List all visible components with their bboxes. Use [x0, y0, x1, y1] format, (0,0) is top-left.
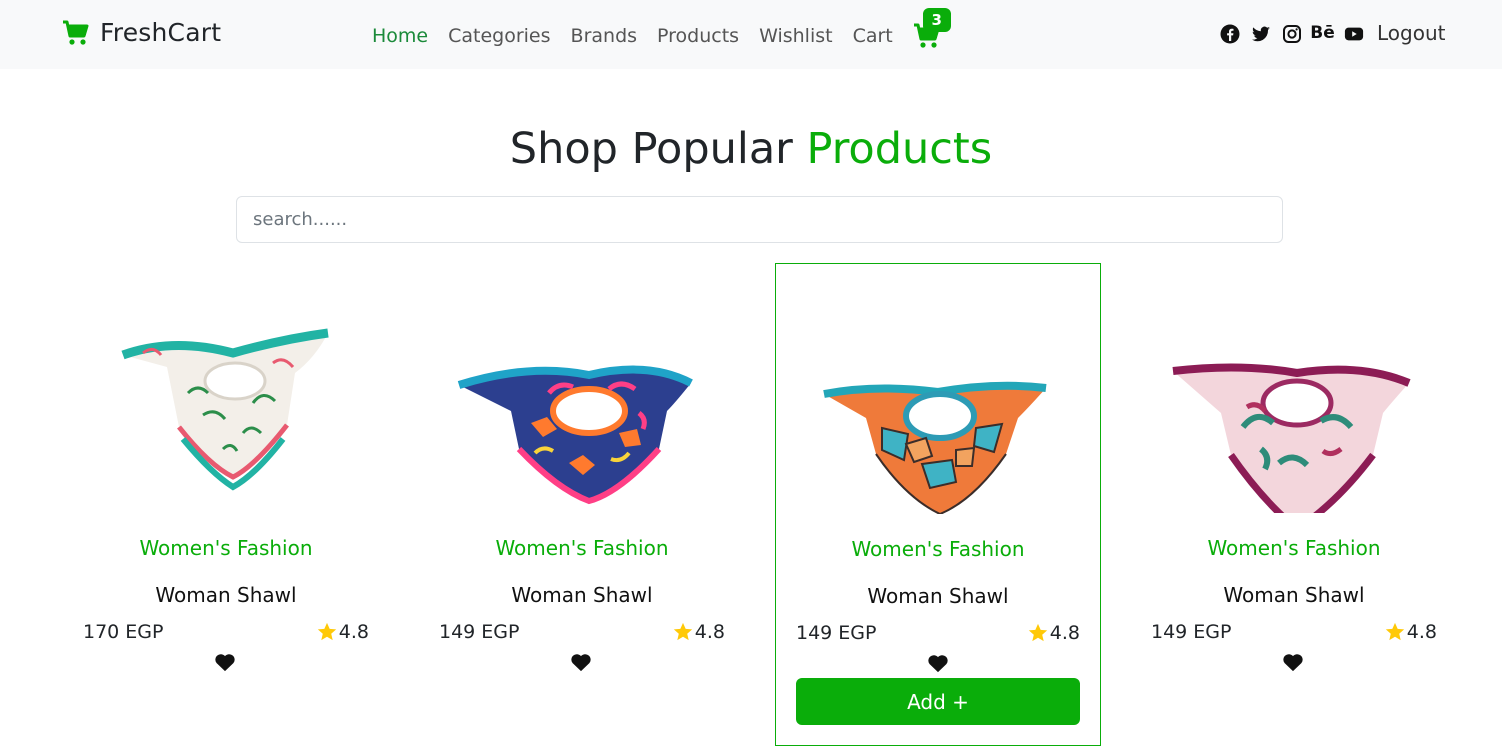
- brand-name: FreshCart: [100, 18, 222, 47]
- product-price: 170 EGP: [83, 621, 164, 643]
- logout-link[interactable]: Logout: [1377, 21, 1445, 45]
- product-rating: 4.8: [1027, 622, 1080, 644]
- product-category: Women's Fashion: [495, 536, 669, 560]
- product-category: Women's Fashion: [139, 536, 313, 560]
- product-card[interactable]: Women's Fashion Woman Shawl 170 EGP 4.8: [63, 263, 389, 746]
- heart-icon[interactable]: [1282, 652, 1304, 672]
- rating-value: 4.8: [694, 621, 725, 643]
- nav-link-products[interactable]: Products: [657, 25, 739, 47]
- product-image[interactable]: [1151, 303, 1437, 534]
- cart-button[interactable]: 3: [913, 8, 951, 49]
- product-category: Women's Fashion: [851, 537, 1025, 561]
- star-icon: [673, 622, 692, 641]
- rating-value: 4.8: [1406, 621, 1437, 643]
- product-title: Woman Shawl: [867, 584, 1009, 608]
- star-icon: [1385, 622, 1404, 641]
- page-title-prefix: Shop Popular: [509, 124, 807, 174]
- page-title-accent: Products: [806, 124, 993, 174]
- behance-icon[interactable]: Bē: [1310, 23, 1335, 44]
- product-title: Woman Shawl: [511, 583, 653, 607]
- star-icon: [317, 622, 336, 641]
- cart-icon: [63, 20, 89, 45]
- product-image[interactable]: [83, 303, 369, 513]
- cart-count-badge: 3: [922, 8, 951, 32]
- product-card[interactable]: Women's Fashion Woman Shawl 149 EGP 4.8: [1131, 263, 1457, 746]
- nav-link-wishlist[interactable]: Wishlist: [759, 25, 833, 47]
- nav-links: Home Categories Brands Products Wishlist…: [372, 8, 951, 51]
- add-to-cart-button[interactable]: Add +: [796, 678, 1080, 725]
- twitter-icon[interactable]: [1250, 23, 1271, 44]
- rating-value: 4.8: [1049, 622, 1080, 644]
- heart-icon[interactable]: [927, 653, 949, 673]
- youtube-icon[interactable]: [1343, 23, 1364, 44]
- product-card[interactable]: Women's Fashion Woman Shawl 149 EGP 4.8: [419, 263, 745, 746]
- product-image[interactable]: [796, 304, 1082, 516]
- product-title: Woman Shawl: [1223, 583, 1365, 607]
- social-links: Bē: [1219, 23, 1364, 44]
- heart-icon[interactable]: [214, 652, 236, 672]
- rating-value: 4.8: [338, 621, 369, 643]
- navbar: FreshCart Home Categories Brands Product…: [0, 0, 1502, 69]
- product-image[interactable]: [439, 303, 725, 513]
- product-price: 149 EGP: [796, 622, 877, 644]
- nav-link-home[interactable]: Home: [372, 25, 428, 47]
- brand-logo[interactable]: FreshCart: [62, 18, 221, 47]
- nav-link-cart[interactable]: Cart: [853, 25, 893, 47]
- instagram-icon[interactable]: [1281, 23, 1302, 44]
- product-card[interactable]: Women's Fashion Woman Shawl 149 EGP 4.8 …: [775, 263, 1101, 746]
- product-category: Women's Fashion: [1207, 536, 1381, 560]
- product-rating: 4.8: [1384, 621, 1437, 643]
- product-title: Woman Shawl: [155, 583, 297, 607]
- facebook-icon[interactable]: [1219, 23, 1240, 44]
- product-price: 149 EGP: [439, 621, 520, 643]
- nav-link-categories[interactable]: Categories: [448, 25, 550, 47]
- heart-icon[interactable]: [570, 652, 592, 672]
- product-rating: 4.8: [316, 621, 369, 643]
- product-rating: 4.8: [672, 621, 725, 643]
- page-title: Shop Popular Products: [0, 124, 1502, 174]
- nav-link-brands[interactable]: Brands: [571, 25, 638, 47]
- star-icon: [1028, 623, 1047, 642]
- product-price: 149 EGP: [1151, 621, 1232, 643]
- search-input[interactable]: [236, 196, 1283, 243]
